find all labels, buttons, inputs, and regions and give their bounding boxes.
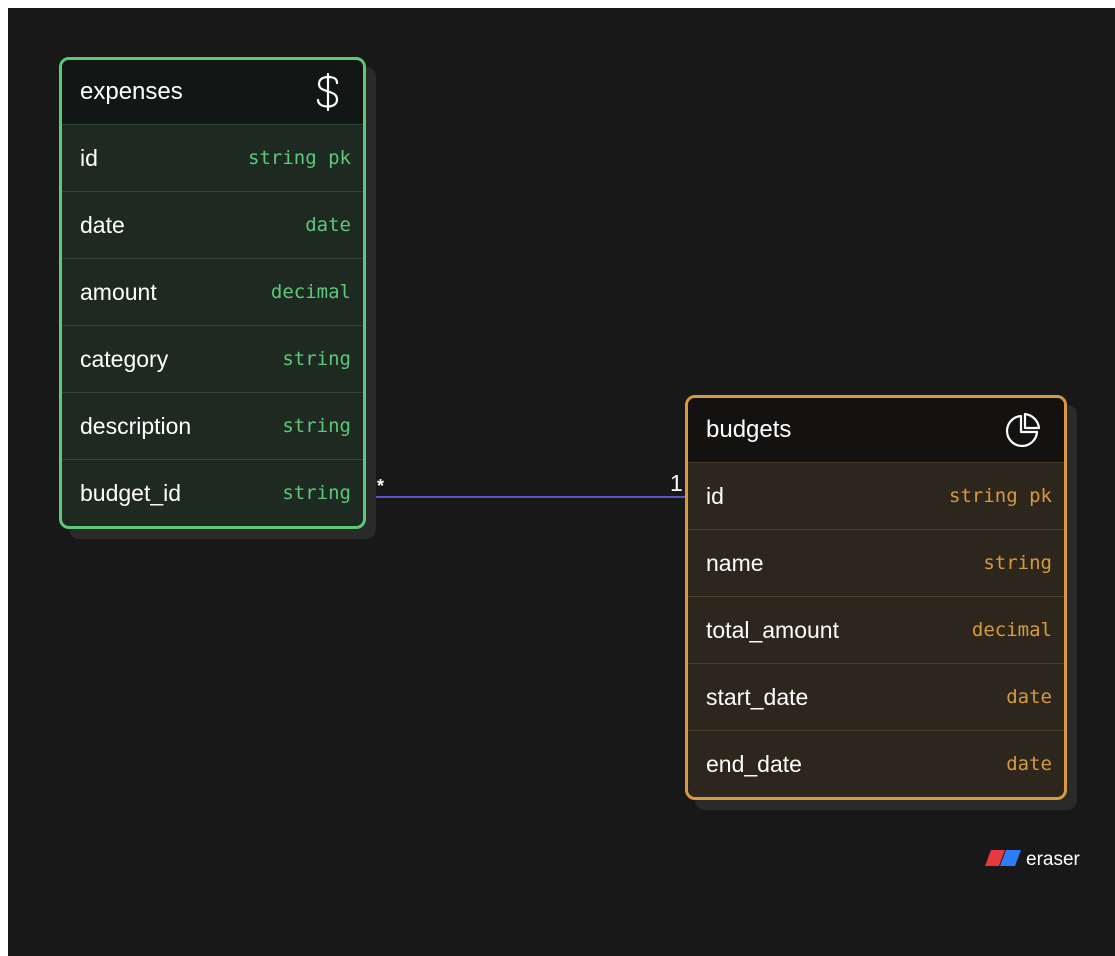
entity-header[interactable]: budgets	[688, 398, 1064, 462]
field-row[interactable]: start_date date	[688, 663, 1064, 730]
field-row[interactable]: id string pk	[688, 462, 1064, 529]
field-name: start_date	[706, 683, 809, 710]
cardinality-many-label: *	[377, 476, 385, 496]
entity-title: expenses	[80, 78, 183, 105]
field-row[interactable]: description string	[62, 392, 363, 459]
field-type: string	[282, 415, 351, 437]
field-name: name	[706, 549, 764, 576]
field-row[interactable]: budget_id string	[62, 459, 363, 526]
field-name: description	[80, 412, 192, 439]
field-name: budget_id	[80, 479, 182, 506]
dollar-sign-icon	[315, 72, 341, 112]
entity-card[interactable]: expenses id string pk date date amount d…	[59, 57, 366, 529]
field-name: date	[80, 211, 125, 238]
cardinality-one-label: 1	[670, 470, 683, 496]
field-type: decimal	[270, 281, 351, 303]
entity-budgets[interactable]: budgets id string pk name string total_a…	[685, 395, 1077, 810]
field-name: id	[706, 482, 724, 509]
brand-watermark: eraser	[985, 849, 1080, 871]
field-name: id	[80, 144, 98, 171]
entity-title: budgets	[706, 416, 792, 443]
field-row[interactable]: total_amount decimal	[688, 596, 1064, 663]
field-name: amount	[80, 278, 157, 305]
field-type: string pk	[248, 147, 351, 169]
field-name: total_amount	[706, 616, 839, 643]
field-type: date	[305, 214, 351, 236]
field-type: string	[282, 482, 351, 504]
field-type: string	[983, 552, 1052, 574]
field-type: decimal	[971, 619, 1052, 641]
field-type: string	[282, 348, 351, 370]
field-row[interactable]: id string pk	[62, 124, 363, 191]
field-row[interactable]: date date	[62, 191, 363, 258]
field-row[interactable]: end_date date	[688, 730, 1064, 797]
entity-expenses[interactable]: expenses id string pk date date amount d…	[59, 57, 376, 539]
field-type: date	[1006, 753, 1052, 775]
entity-card[interactable]: budgets id string pk name string total_a…	[685, 395, 1067, 800]
field-name: end_date	[706, 750, 802, 777]
diagram-canvas[interactable]: expenses id string pk date date amount d…	[8, 8, 1115, 956]
entity-header[interactable]: expenses	[62, 60, 363, 124]
pie-chart-icon	[1004, 411, 1042, 449]
eraser-logo-icon	[985, 849, 1021, 871]
field-type: string pk	[949, 485, 1052, 507]
brand-name: eraser	[1026, 849, 1080, 870]
field-row[interactable]: name string	[688, 529, 1064, 596]
field-type: date	[1006, 686, 1052, 708]
field-name: category	[80, 345, 169, 372]
field-row[interactable]: category string	[62, 325, 363, 392]
field-row[interactable]: amount decimal	[62, 258, 363, 325]
